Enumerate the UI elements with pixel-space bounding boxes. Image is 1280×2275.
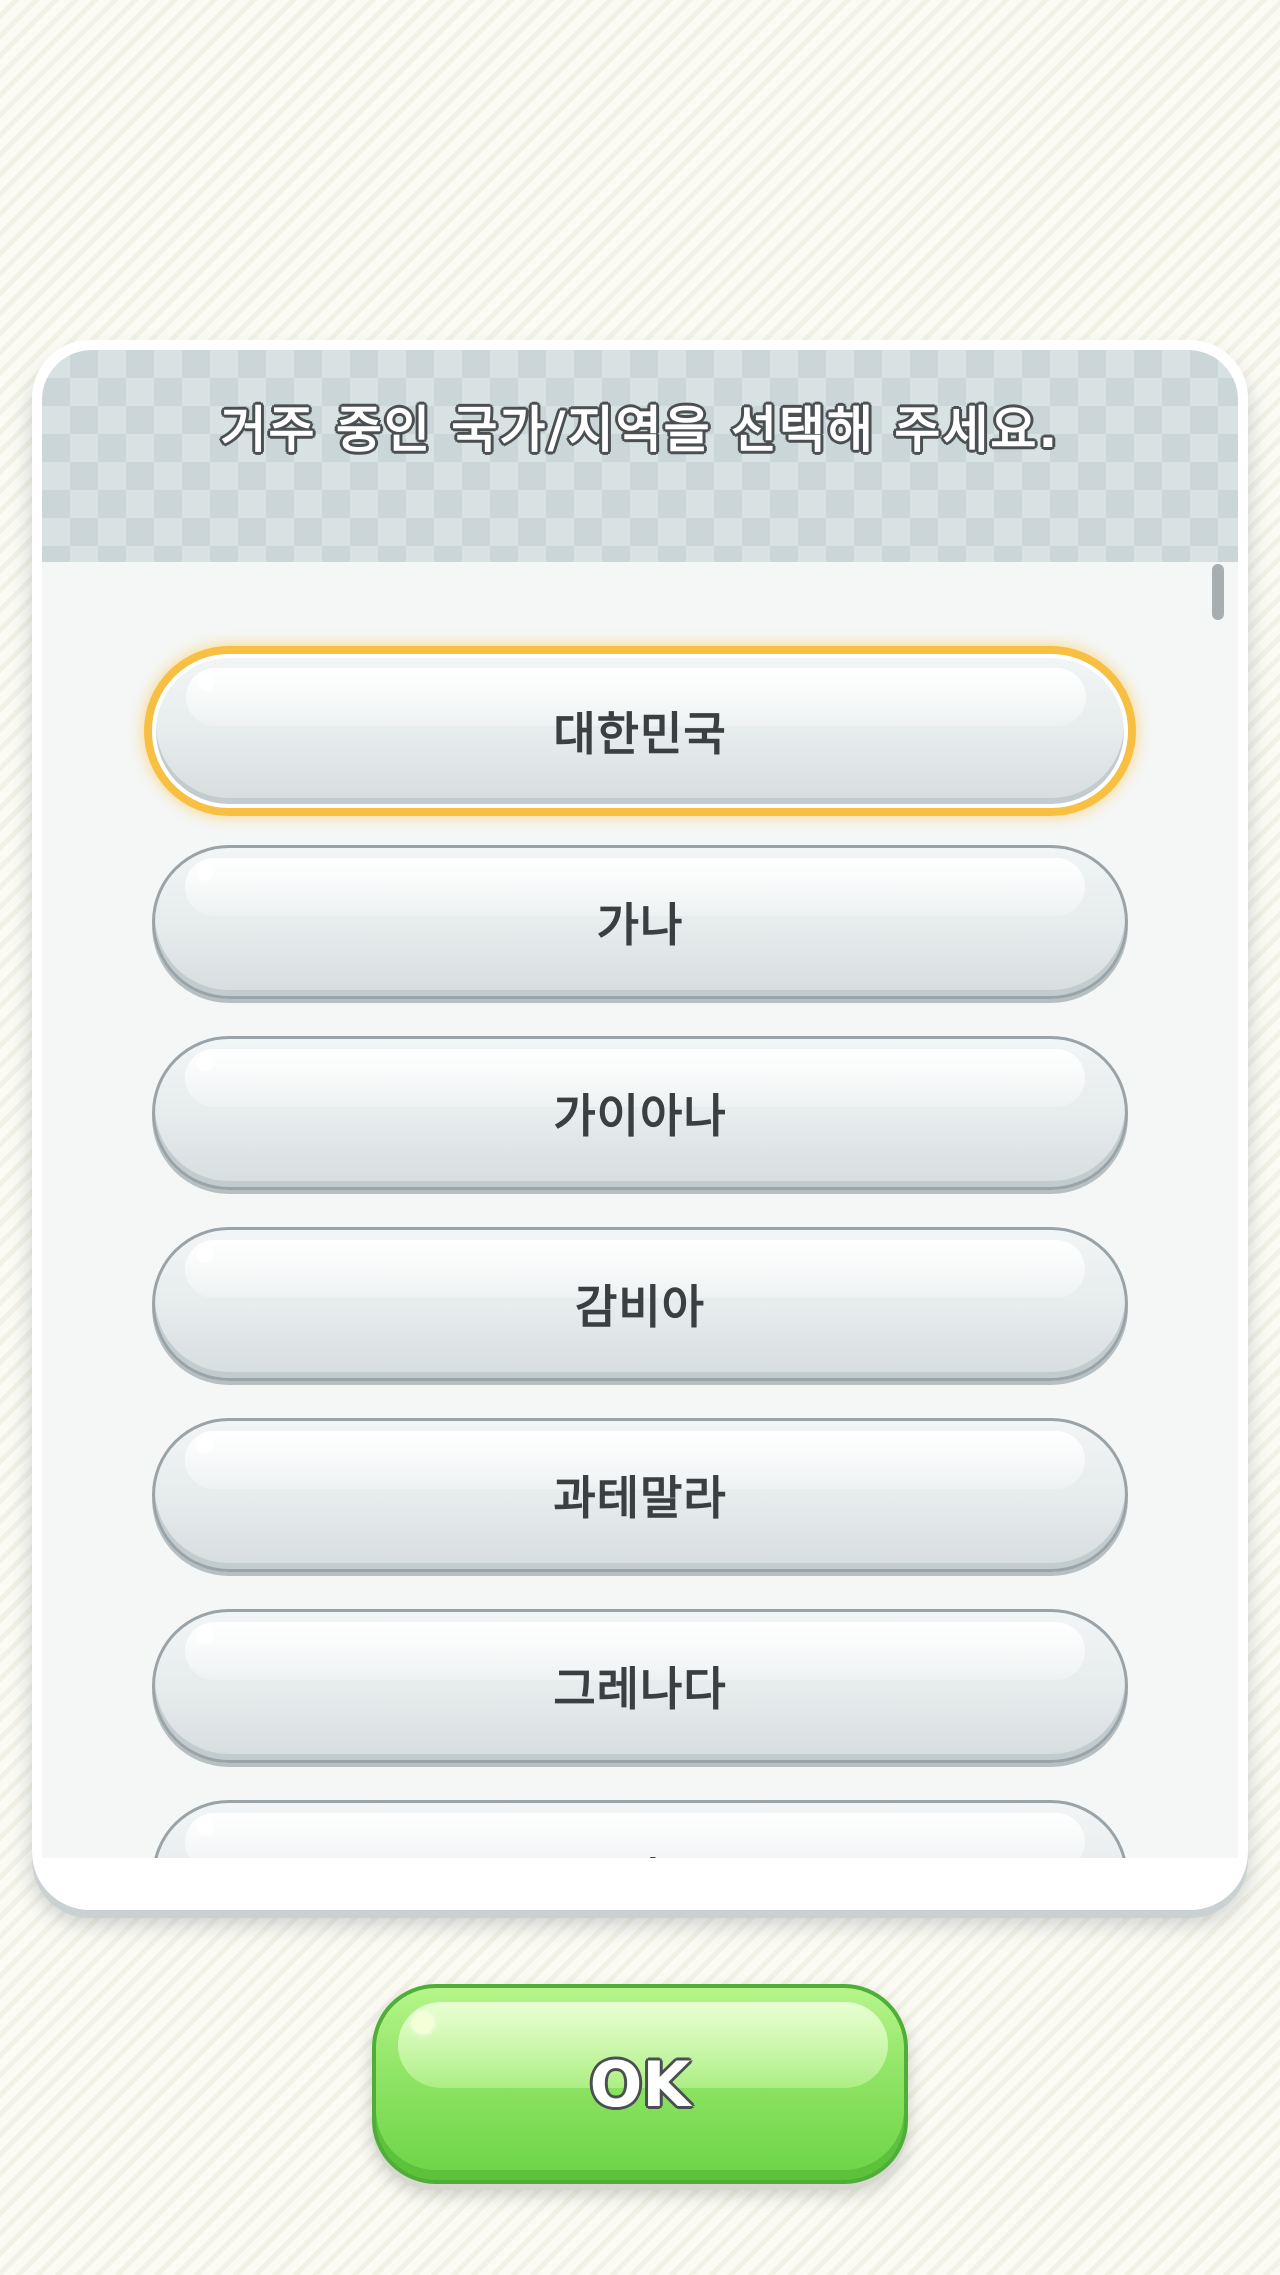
- country-option[interactable]: 가이아나: [152, 1036, 1128, 1190]
- country-list[interactable]: 대한민국가나가이아나감비아과테말라그레나다그리스: [42, 562, 1238, 1858]
- country-option[interactable]: 그리스: [152, 1800, 1128, 1858]
- country-option-label: 과테말라: [553, 1471, 727, 1525]
- country-option-label: 가나: [596, 898, 684, 952]
- country-option-label: 가이아나: [553, 1089, 727, 1143]
- scrollbar-thumb[interactable]: [1212, 564, 1224, 620]
- ok-button-label: OK: [589, 2047, 691, 2121]
- country-option-label: 감비아: [575, 1280, 705, 1334]
- country-option[interactable]: 가나: [152, 845, 1128, 999]
- dialog-title: 거주 중인 국가/지역을 선택해 주세요.: [220, 400, 1060, 460]
- country-option[interactable]: 그레나다: [152, 1609, 1128, 1763]
- country-option[interactable]: 감비아: [152, 1227, 1128, 1381]
- country-option-label: 그레나다: [553, 1662, 727, 1716]
- ok-button[interactable]: OK: [372, 1984, 908, 2184]
- country-option-label: 대한민국: [553, 707, 727, 761]
- country-option-label: 그리스: [155, 1803, 1125, 1858]
- country-option[interactable]: 과테말라: [152, 1418, 1128, 1572]
- country-option-selected[interactable]: 대한민국: [152, 654, 1128, 808]
